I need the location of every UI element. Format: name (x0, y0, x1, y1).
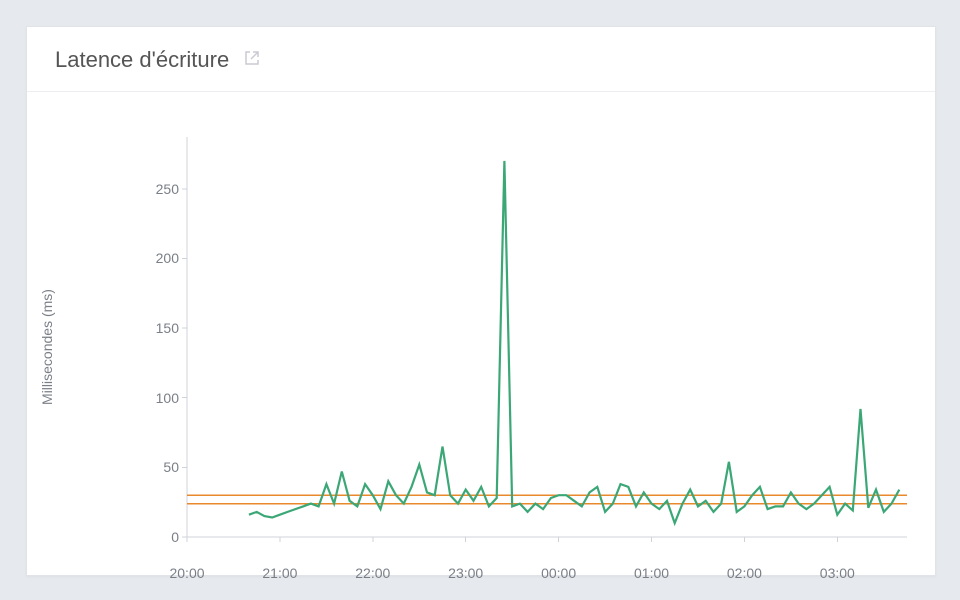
x-tick-label: 02:00 (727, 565, 762, 581)
y-tick-label: 150 (139, 320, 187, 336)
x-tick-label: 21:00 (262, 565, 297, 581)
y-tick-label: 200 (139, 250, 187, 266)
x-tick-label: 23:00 (448, 565, 483, 581)
x-tick-label: 22:00 (355, 565, 390, 581)
x-tick-label: 20:00 (169, 565, 204, 581)
y-tick-label: 50 (139, 459, 187, 475)
y-tick-label: 0 (139, 529, 187, 545)
y-tick-label: 100 (139, 390, 187, 406)
y-axis-label: Millisecondes (ms) (39, 289, 55, 405)
external-link-icon[interactable] (244, 50, 260, 71)
chart-title: Latence d'écriture (55, 47, 229, 73)
series-line (249, 161, 899, 523)
x-tick-label: 01:00 (634, 565, 669, 581)
chart-svg (87, 137, 907, 557)
card-header: Latence d'écriture (27, 27, 935, 92)
y-tick-label: 250 (139, 181, 187, 197)
x-tick-label: 03:00 (820, 565, 855, 581)
x-tick-label: 00:00 (541, 565, 576, 581)
chart-card: Latence d'écriture Millisecondes (ms) 0 5… (26, 26, 936, 576)
chart-plot-area: Millisecondes (ms) 050100150200250 20:00… (87, 137, 907, 557)
